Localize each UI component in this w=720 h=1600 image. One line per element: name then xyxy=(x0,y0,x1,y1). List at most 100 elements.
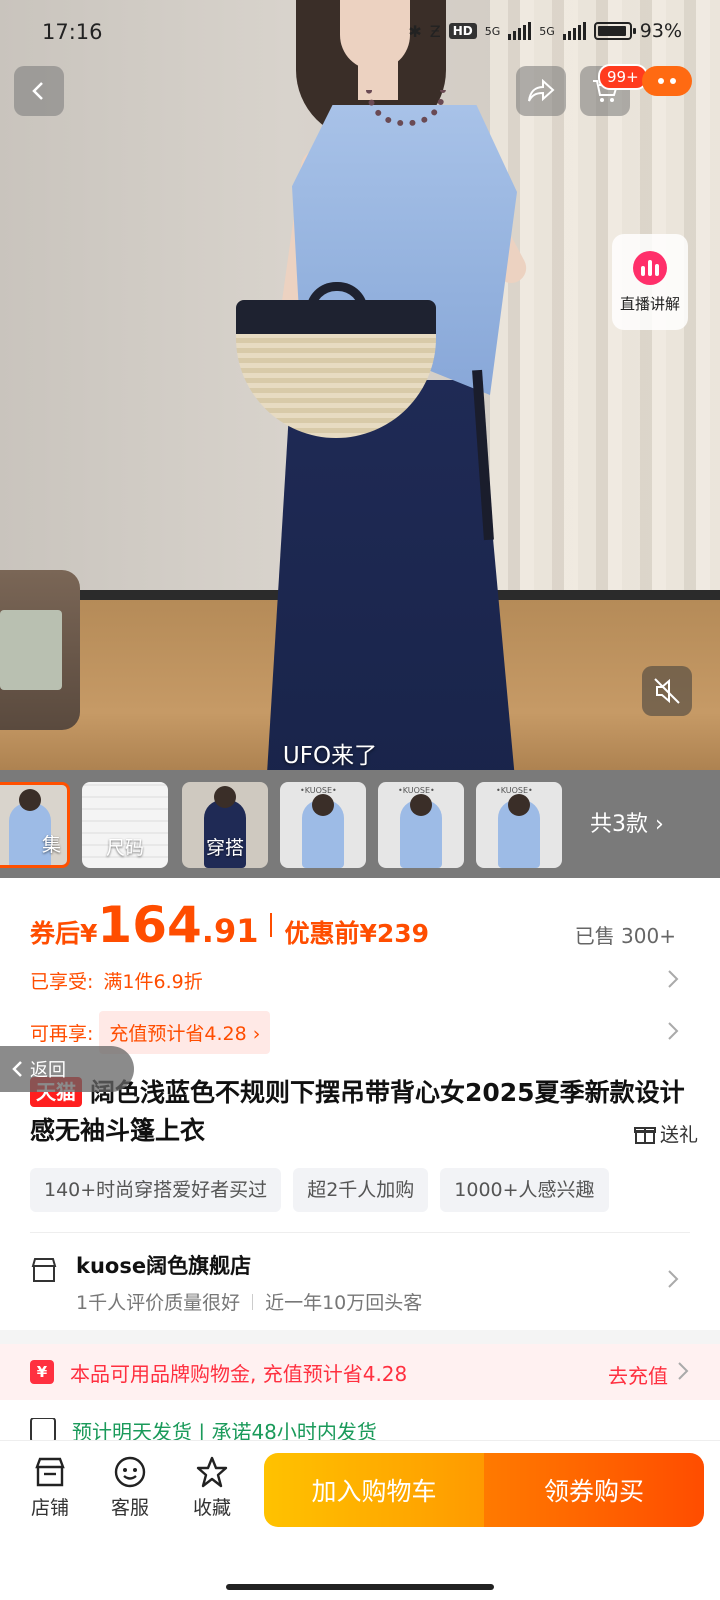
brand-credit-action[interactable]: 去充值 xyxy=(608,1360,668,1389)
thumbnail-head xyxy=(214,786,236,808)
bottom-action-bar: 店铺 客服 收藏 加入购物车 领券购买 xyxy=(0,1440,720,1600)
favorite-button[interactable]: 收藏 xyxy=(182,1455,242,1520)
store-icon xyxy=(31,1258,57,1282)
live-explain-button[interactable]: 直播讲解 xyxy=(612,234,688,330)
store-stat-reviews: 1千人评价质量很好 xyxy=(76,1292,241,1314)
section-gap xyxy=(0,1330,720,1344)
social-proof-tags: 140+时尚穿搭爱好者买过 超2千人加购 1000+人感兴趣 xyxy=(30,1168,609,1212)
network-label-2: 5G xyxy=(539,24,555,38)
promo-enjoyed-label: 已享受: xyxy=(30,970,94,993)
status-icons: ✱ Ƶ HD 5G 5G 93% xyxy=(408,20,682,42)
thumbnail-item[interactable]: 穿搭 xyxy=(182,782,268,868)
product-video[interactable] xyxy=(0,0,720,788)
thumbnail-label: 集 xyxy=(41,834,61,856)
share-icon xyxy=(528,79,555,102)
thumbnail-item[interactable]: •KUOSE• xyxy=(476,782,562,868)
store-row[interactable]: kuose阔色旗舰店 1千人评价质量很好 近一年10万回头客 xyxy=(30,1246,690,1322)
gift-button[interactable]: 送礼 xyxy=(633,1120,698,1147)
video-caption: UFO来了 xyxy=(282,743,378,769)
chevron-right-icon: › xyxy=(655,812,664,837)
recharge-chip[interactable]: 充值预计省4.28 › xyxy=(99,1010,271,1054)
shipping-icon xyxy=(30,1418,56,1442)
sold-count: 已售 300+ xyxy=(574,924,676,948)
nfc-icon: Ƶ xyxy=(429,21,441,41)
promo-enjoyed-value: 满1件6.9折 xyxy=(103,970,203,993)
divider xyxy=(30,1232,690,1233)
divider xyxy=(252,1293,254,1310)
back-button[interactable] xyxy=(14,66,64,116)
battery-icon xyxy=(593,22,636,40)
mute-button[interactable] xyxy=(642,666,692,716)
store-name: kuose阔色旗舰店 xyxy=(76,1254,252,1278)
network-label: 5G xyxy=(484,24,501,38)
thumbnail-item[interactable]: 尺码 xyxy=(82,782,168,868)
store-stat-repeat: 近一年10万回头客 xyxy=(265,1292,423,1314)
product-title: 阔色浅蓝色不规则下摆吊带背心女2025夏季新款设计感无袖斗篷上衣 xyxy=(30,1078,685,1145)
price-integer: 164 xyxy=(97,896,202,954)
chat-face-icon xyxy=(114,1456,146,1488)
share-button[interactable] xyxy=(516,66,566,116)
hd-badge: HD xyxy=(448,23,477,39)
shipping-text: 预计明天发货 | 承诺48小时内发货 xyxy=(72,1419,377,1443)
signal-icon-2 xyxy=(562,22,586,40)
chevron-left-icon xyxy=(12,1061,22,1077)
tag-chip: 140+时尚穿搭爱好者买过 xyxy=(30,1168,282,1212)
chevron-right-icon xyxy=(678,1362,689,1380)
tag-chip: 1000+人感兴趣 xyxy=(440,1168,609,1212)
home-indicator[interactable] xyxy=(226,1584,494,1590)
gift-icon xyxy=(633,1126,656,1144)
shop-label: 店铺 xyxy=(30,1497,69,1519)
store-icon xyxy=(35,1457,65,1487)
shop-button[interactable]: 店铺 xyxy=(20,1455,80,1520)
promo-more-label: 可再享: xyxy=(30,1022,94,1045)
thumbnail-head xyxy=(410,794,432,816)
favorite-label: 收藏 xyxy=(192,1497,231,1519)
star-icon xyxy=(196,1456,228,1488)
brand-credit-text: 本品可用品牌购物金, 充值预计省4.28 xyxy=(70,1361,408,1386)
cart-badge: 99+ xyxy=(598,64,648,90)
price-prefix: 券后 xyxy=(30,919,81,948)
status-time: 17:16 xyxy=(42,20,103,44)
service-label: 客服 xyxy=(110,1497,149,1519)
status-bar: 17:16 ✱ Ƶ HD 5G 5G 93% xyxy=(0,0,720,66)
bluetooth-icon: ✱ xyxy=(408,21,422,41)
thumbnail-item[interactable]: •KUOSE• xyxy=(378,782,464,868)
price-before-discount: 优惠前¥239 xyxy=(284,919,430,948)
battery-percent: 93% xyxy=(639,20,682,42)
chevron-left-icon xyxy=(32,82,43,100)
chevron-right-icon xyxy=(668,970,679,988)
more-button[interactable] xyxy=(642,66,692,96)
chevron-right-icon xyxy=(668,1270,679,1288)
chevron-right-icon xyxy=(668,1022,679,1040)
all-styles-link[interactable]: 共3款 › xyxy=(590,806,664,838)
customer-service-button[interactable]: 客服 xyxy=(100,1455,160,1520)
more-dot xyxy=(670,78,676,84)
price-currency: ¥ xyxy=(80,919,98,948)
price-row: 券后 ¥ 164 .91 优惠前¥239 xyxy=(30,900,429,950)
live-label: 直播讲解 xyxy=(619,294,680,313)
price-decimal: .91 xyxy=(201,912,259,950)
thumbnail-item[interactable]: 集 xyxy=(0,782,70,868)
background-cushion xyxy=(0,610,62,690)
tag-chip: 超2千人加购 xyxy=(293,1168,429,1212)
speaker-muted-icon xyxy=(654,678,680,704)
buy-with-coupon-button[interactable]: 领券购买 xyxy=(484,1453,704,1527)
store-stats: 1千人评价质量很好 近一年10万回头客 xyxy=(76,1288,422,1315)
return-label: 返回 xyxy=(30,1060,66,1081)
more-dot xyxy=(658,78,664,84)
thumbnail-label: 穿搭 xyxy=(205,837,244,859)
add-to-cart-button[interactable]: 加入购物车 xyxy=(264,1453,484,1527)
brand-credit-row[interactable]: ¥ 本品可用品牌购物金, 充值预计省4.28 去充值 xyxy=(0,1344,720,1400)
thumbnail-head xyxy=(19,789,41,811)
all-styles-label: 共3款 xyxy=(590,812,648,837)
shipping-row[interactable]: 预计明天发货 | 承诺48小时内发货 xyxy=(30,1418,377,1442)
thumbnail-head xyxy=(312,794,334,816)
live-icon xyxy=(633,250,667,285)
thumbnail-label: 尺码 xyxy=(105,837,144,859)
return-float-button[interactable]: 返回 xyxy=(0,1046,134,1092)
promo-more-row[interactable]: 可再享: 充值预计省4.28 › xyxy=(30,1010,680,1054)
promo-enjoyed-row[interactable]: 已享受: 满1件6.9折 xyxy=(30,960,680,1000)
gift-label: 送礼 xyxy=(659,1124,698,1146)
thumbnail-item[interactable]: •KUOSE• xyxy=(280,782,366,868)
price-divider xyxy=(270,913,273,937)
